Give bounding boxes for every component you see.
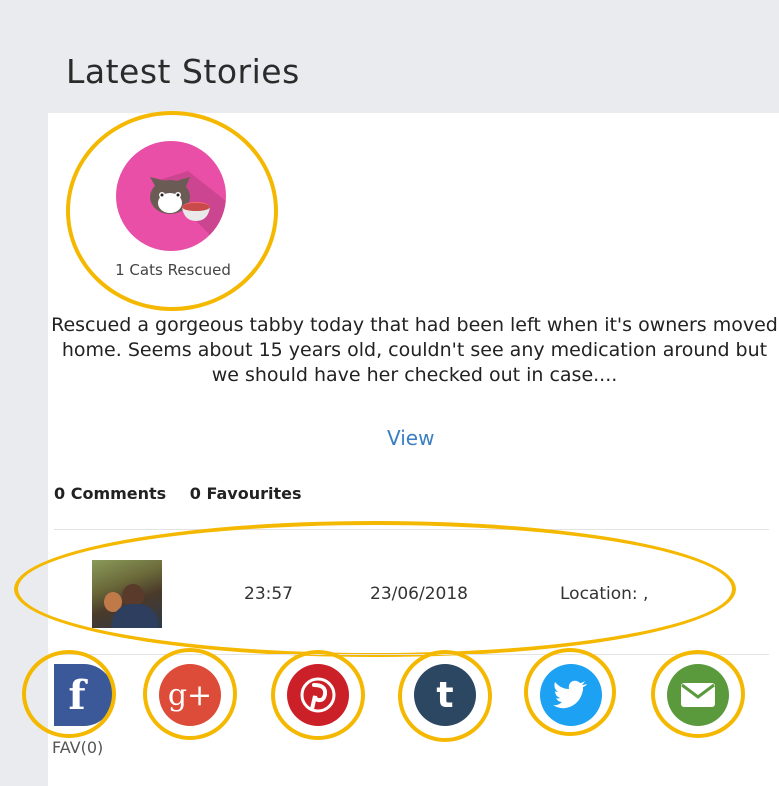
- pinterest-icon: [300, 677, 336, 713]
- story-meta-row: 23:57 23/06/2018 Location: ,: [0, 560, 779, 630]
- story-date: 23/06/2018: [370, 584, 468, 604]
- story-location: Location: ,: [560, 584, 649, 604]
- fav-button[interactable]: FAV(0): [52, 738, 103, 757]
- tumblr-share-button[interactable]: t: [414, 664, 476, 726]
- tumblr-icon: t: [436, 674, 454, 716]
- facebook-icon: f: [68, 671, 86, 719]
- googleplus-share-button[interactable]: g+: [159, 664, 221, 726]
- story-stats: 0 Comments 0 Favourites: [54, 484, 319, 503]
- googleplus-icon: g+: [167, 677, 213, 713]
- twitter-icon: [553, 680, 587, 709]
- divider: [54, 654, 769, 655]
- view-story-link[interactable]: View: [387, 426, 434, 450]
- avatar[interactable]: [92, 560, 162, 628]
- rescued-count-label: 1 Cats Rescued: [115, 261, 231, 279]
- divider: [54, 529, 769, 530]
- favourites-count[interactable]: 0 Favourites: [190, 484, 302, 503]
- story-time: 23:57: [244, 584, 293, 604]
- cat-bowl-icon: [116, 141, 226, 251]
- comments-count[interactable]: 0 Comments: [54, 484, 166, 503]
- twitter-share-button[interactable]: [540, 664, 602, 726]
- story-excerpt: Rescued a gorgeous tabby today that had …: [51, 314, 778, 386]
- rescue-badge: 1 Cats Rescued: [68, 113, 278, 309]
- page-title: Latest Stories: [66, 52, 300, 91]
- email-share-button[interactable]: [667, 664, 729, 726]
- pinterest-share-button[interactable]: [287, 664, 349, 726]
- envelope-icon: [681, 683, 715, 707]
- facebook-share-button[interactable]: f: [54, 664, 114, 726]
